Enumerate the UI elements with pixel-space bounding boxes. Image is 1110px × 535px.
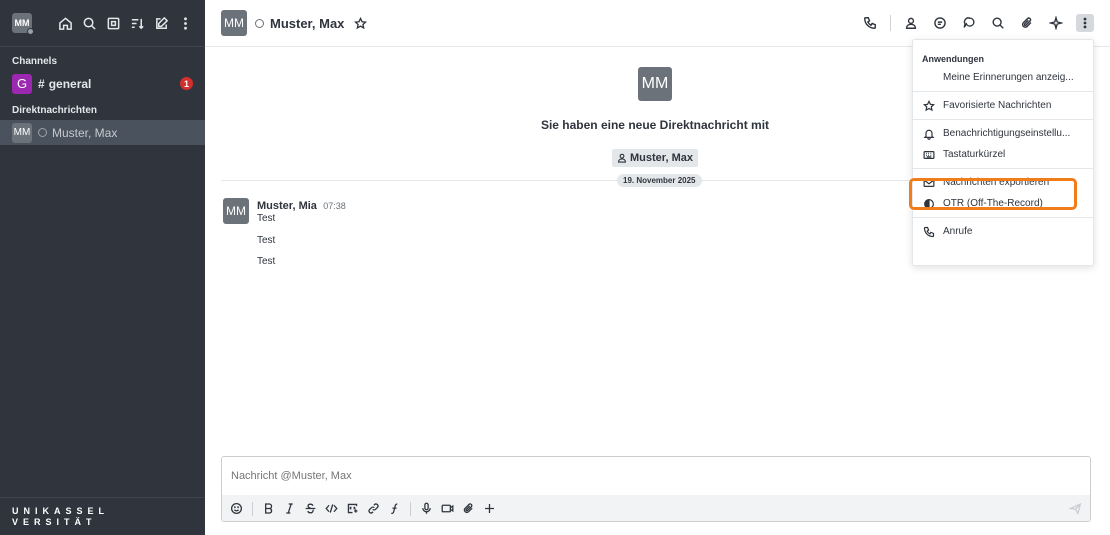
search-icon[interactable] [989, 14, 1007, 32]
italic-icon[interactable] [282, 501, 297, 516]
menu-item-label: Nachrichten exportieren [943, 177, 1050, 188]
sidebar-topbar: MM [0, 0, 205, 46]
user-avatar[interactable]: MM [12, 13, 34, 35]
date-divider: 19. November 2025 [617, 174, 702, 187]
directory-icon[interactable] [105, 15, 121, 31]
dm-avatar: MM [12, 122, 32, 143]
menu-divider [913, 168, 1093, 169]
menu-item-label: Tastaturkürzel [943, 149, 1006, 160]
channel-name: general [48, 76, 92, 91]
menu-item-label: OTR (Off-The-Record) [943, 198, 1043, 209]
header-toolbar [861, 14, 1094, 32]
kebab-menu-icon[interactable] [1076, 14, 1094, 32]
call-icon[interactable] [861, 14, 879, 32]
menu-item-starred-messages[interactable]: Favorisierte Nachrichten [913, 95, 1093, 116]
code-block-icon[interactable] [345, 501, 360, 516]
offline-status-icon [38, 128, 47, 137]
toolbar-divider [890, 15, 891, 31]
menu-item-otr[interactable]: OTR (Off-The-Record) [913, 193, 1093, 214]
menu-item-reminders[interactable]: Meine Erinnerungen anzeig... [913, 67, 1093, 88]
toolbar-divider [252, 501, 253, 516]
message-item[interactable]: MM Muster, Mia 07:38 Test Test Test [223, 198, 346, 277]
menu-divider [913, 217, 1093, 218]
university-logo: UNIKASSEL VERSITÄT [0, 497, 205, 535]
menu-item-label: Benachrichtigungseinstellu... [943, 128, 1071, 139]
kebab-dropdown-menu: Anwendungen Meine Erinnerungen anzeig...… [912, 39, 1094, 266]
mail-icon [922, 176, 935, 189]
sidebar-item-general[interactable]: G # general 1 [0, 71, 205, 96]
menu-item-label: Favorisierte Nachrichten [943, 100, 1052, 111]
otr-icon [922, 197, 935, 210]
user-status-dot [27, 28, 34, 35]
create-new-icon[interactable] [153, 15, 169, 31]
composer-toolbar [222, 495, 1090, 521]
room-title[interactable]: Muster, Max [270, 16, 344, 31]
phone-icon [922, 225, 935, 238]
message-avatar[interactable]: MM [223, 198, 249, 224]
menu-heading: Anwendungen [922, 54, 984, 64]
plus-icon[interactable] [482, 501, 497, 516]
user-info-icon[interactable] [902, 14, 920, 32]
keyboard-icon [922, 148, 935, 161]
message-text: Test [257, 213, 276, 224]
code-icon[interactable] [324, 501, 339, 516]
menu-divider [913, 91, 1093, 92]
logo-line-2: VERSITÄT [12, 517, 97, 527]
menu-item-export-messages[interactable]: Nachrichten exportieren [913, 172, 1093, 193]
unread-badge: 1 [180, 77, 193, 90]
menu-item-keyboard-shortcuts[interactable]: Tastaturkürzel [913, 144, 1093, 165]
message-time: 07:38 [323, 201, 346, 211]
sort-icon[interactable] [129, 15, 145, 31]
favorite-star-icon[interactable] [354, 16, 368, 30]
files-icon[interactable] [1018, 14, 1036, 32]
message-input[interactable] [222, 457, 1090, 495]
threads-icon[interactable] [960, 14, 978, 32]
sidebar-item-muster-max[interactable]: MM Muster, Max [0, 120, 205, 145]
bold-icon[interactable] [261, 501, 276, 516]
menu-item-label: Meine Erinnerungen anzeig... [943, 72, 1074, 83]
offline-status-icon [255, 18, 264, 28]
user-icon [618, 153, 627, 163]
toolbar-divider [410, 501, 411, 516]
attachment-icon[interactable] [461, 501, 476, 516]
more-vertical-icon[interactable] [177, 15, 193, 31]
hash-icon: # [38, 76, 45, 91]
room-avatar[interactable]: MM [221, 10, 247, 36]
microphone-icon[interactable] [419, 501, 434, 516]
discussion-icon[interactable] [931, 14, 949, 32]
menu-item-calls[interactable]: Anrufe [913, 221, 1093, 242]
formula-icon[interactable] [387, 501, 402, 516]
message-text: Test [257, 234, 276, 246]
sidebar: MM Channels G # general 1 Direktnachrich… [0, 0, 205, 535]
user-avatar-initials: MM [14, 18, 30, 28]
video-message-icon[interactable] [440, 501, 455, 516]
message-text: Test [257, 256, 276, 267]
emoji-icon[interactable] [229, 501, 244, 516]
strikethrough-icon[interactable] [303, 501, 318, 516]
section-channels-label: Channels [12, 56, 58, 67]
bell-icon [922, 127, 935, 140]
logo-line-1: UNIKASSEL [12, 506, 110, 516]
home-icon[interactable] [57, 15, 73, 31]
star-icon [922, 99, 935, 112]
menu-item-notification-settings[interactable]: Benachrichtigungseinstellu... [913, 123, 1093, 144]
menu-divider [913, 119, 1093, 120]
link-icon[interactable] [366, 501, 381, 516]
message-composer [221, 456, 1091, 522]
section-dm-label: Direktnachrichten [12, 105, 98, 116]
message-author[interactable]: Muster, Mia [257, 200, 317, 212]
dm-name: Muster, Max [52, 125, 118, 140]
search-icon[interactable] [81, 15, 97, 31]
apps-icon[interactable] [1047, 14, 1065, 32]
channel-avatar: G [12, 73, 32, 94]
intro-avatar: MM [638, 67, 672, 101]
message-header: Muster, Mia 07:38 [257, 198, 346, 212]
menu-item-label: Anrufe [943, 226, 973, 237]
send-icon[interactable] [1068, 501, 1083, 516]
intro-user-name: Muster, Max [630, 152, 693, 164]
intro-user-chip[interactable]: Muster, Max [612, 149, 698, 167]
